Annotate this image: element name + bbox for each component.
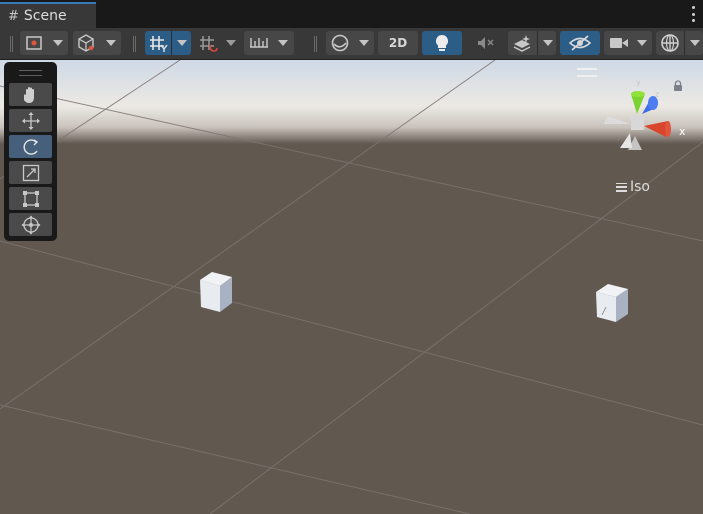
grid-hash-icon: # (8, 8, 19, 24)
view-2d-toggle[interactable]: 2D (378, 31, 418, 55)
camera-dropdown[interactable] (604, 31, 652, 55)
chevron-down-icon (690, 40, 700, 46)
move-tool[interactable] (9, 109, 52, 132)
orientation-gizmo[interactable] (598, 78, 678, 158)
cube-object-2[interactable] (596, 284, 628, 322)
window-tab-bar: # Scene (0, 0, 703, 28)
transform-icon (21, 215, 40, 234)
ruler-icon (250, 38, 268, 48)
projection-toggle[interactable]: Iso (616, 179, 650, 195)
audio-toggle[interactable] (466, 31, 504, 55)
gizmo-y-label: y (636, 78, 641, 87)
chevron-down-icon (543, 40, 553, 46)
scene-toolbar: 2D (0, 28, 703, 60)
render-mode-dropdown[interactable] (326, 31, 374, 55)
effects-layers-icon (513, 35, 531, 52)
more-options-icon[interactable] (691, 6, 695, 22)
lighting-toggle[interactable] (422, 31, 462, 55)
gizmo-x-label: x (679, 125, 686, 138)
chevron-down-icon (226, 40, 236, 46)
cube-object-1[interactable] (200, 272, 232, 312)
shading-mode-dropdown[interactable] (73, 31, 121, 55)
tab-scene-label: Scene (23, 8, 67, 24)
gizmos-dropdown[interactable] (656, 31, 703, 55)
cube-icon (78, 34, 94, 52)
chevron-down-icon (106, 40, 116, 46)
scale-tool[interactable] (9, 161, 52, 184)
chevron-down-icon (637, 40, 647, 46)
move-arrows-icon (21, 111, 40, 130)
increment-snap-dropdown[interactable] (196, 31, 240, 55)
tools-overlay (4, 62, 57, 241)
audio-mute-icon (478, 37, 494, 49)
lightbulb-icon (435, 34, 449, 51)
hand-tool[interactable] (9, 83, 52, 106)
chevron-down-icon (278, 40, 288, 46)
chevron-down-icon (177, 40, 187, 46)
toolbar-grip (10, 36, 13, 52)
toolbar-grip (133, 36, 136, 52)
menu-lines-icon (616, 182, 627, 192)
gizmo-z-label: z (655, 90, 660, 99)
draw-mode-dropdown[interactable] (20, 31, 68, 55)
hand-icon (23, 86, 34, 103)
effects-dropdown[interactable] (508, 31, 556, 55)
projection-label: Iso (630, 179, 650, 195)
toolbar-grip (314, 36, 317, 52)
gizmo-x-cone[interactable] (644, 121, 668, 137)
hidden-eye-icon (568, 35, 592, 51)
rotate-tool[interactable] (9, 135, 52, 158)
transform-tool[interactable] (9, 213, 52, 236)
chevron-down-icon (359, 40, 369, 46)
gizmo-neg-z-cone[interactable] (620, 133, 632, 148)
tab-scene[interactable]: # Scene (0, 2, 96, 28)
ruler-dropdown[interactable] (244, 31, 294, 55)
draw-mode-icon (26, 36, 42, 50)
increment-snap-icon (200, 36, 218, 52)
gizmo-neg-x-cone[interactable] (604, 116, 630, 124)
rect-tool[interactable] (9, 187, 52, 210)
camera-icon (610, 38, 628, 48)
tools-grip[interactable] (19, 70, 42, 76)
gizmo-menu-icon[interactable] (577, 68, 597, 77)
gizmo-center-cube[interactable] (631, 116, 644, 130)
grid-snapping-toggle[interactable] (145, 31, 191, 55)
scene-visibility-toggle[interactable] (560, 31, 600, 55)
rotate-icon (23, 138, 38, 155)
rect-transform-icon (22, 190, 39, 207)
scale-icon (22, 164, 39, 181)
sphere-render-icon (331, 34, 349, 52)
grid-snap-icon (150, 36, 168, 52)
gizmo-globe-icon (661, 34, 679, 52)
chevron-down-icon (53, 40, 63, 46)
view-2d-label: 2D (388, 36, 408, 50)
